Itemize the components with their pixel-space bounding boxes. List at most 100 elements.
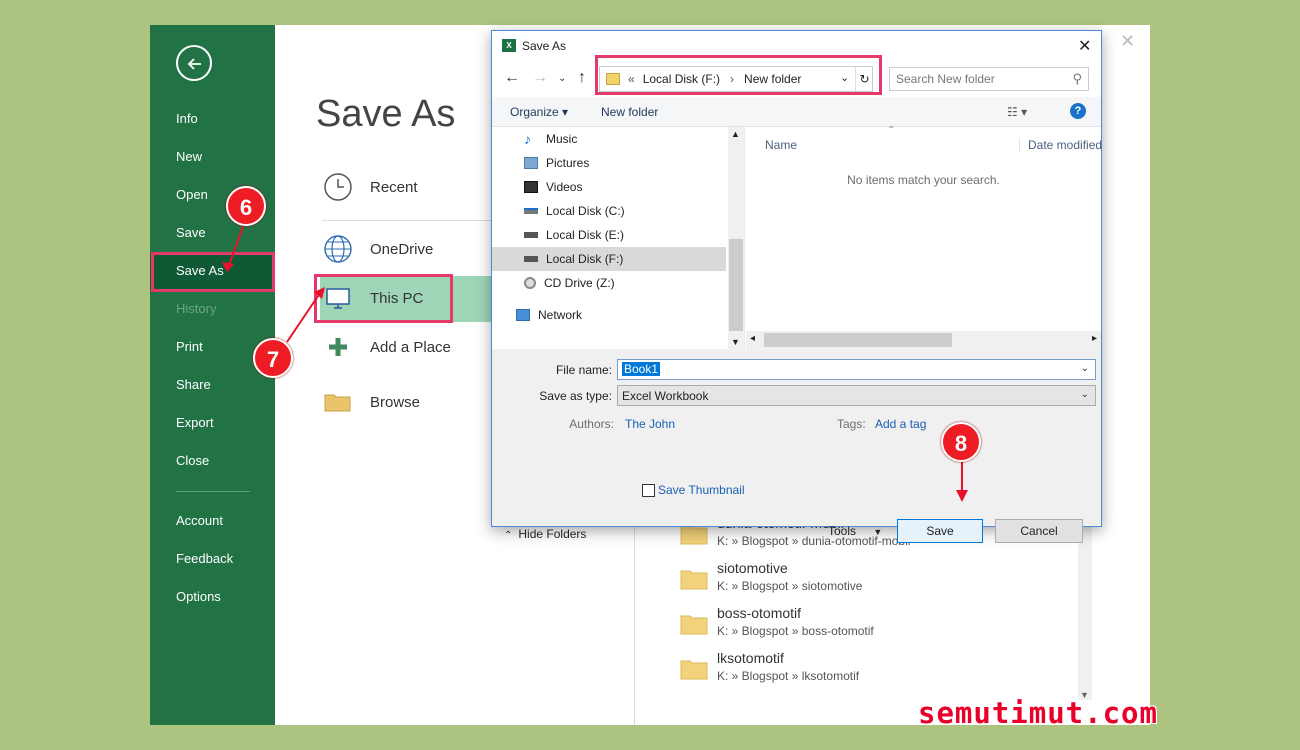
recent-folder-name: boss-otomotif (717, 605, 802, 621)
tags-label: Tags: (837, 417, 866, 431)
sidebar-item-history: History (176, 301, 217, 316)
save-type-value: Excel Workbook (622, 389, 709, 403)
column-header-date-modified[interactable]: Date modified (1019, 138, 1102, 152)
tree-item-network[interactable]: Network (516, 303, 582, 327)
forward-arrow-icon[interactable]: → (532, 69, 548, 87)
file-name-label: File name: (555, 363, 612, 377)
tree-item-local-disk-c[interactable]: Local Disk (C:) (524, 199, 625, 223)
chevron-down-icon[interactable]: ⌄ (1081, 389, 1089, 400)
help-icon[interactable]: ? (1070, 103, 1086, 119)
tree-item-label: Videos (546, 180, 583, 194)
dialog-toolbar: Organize ▾ New folder ☷ ▾ ? (492, 97, 1101, 127)
location-recent[interactable]: Recent (322, 167, 418, 207)
location-browse[interactable]: Browse (322, 382, 420, 422)
sidebar-item-feedback[interactable]: Feedback (176, 549, 233, 569)
tree-item-label: Local Disk (C:) (546, 204, 625, 218)
disk-icon (524, 256, 538, 262)
folder-icon (680, 568, 708, 590)
cancel-button[interactable]: Cancel (995, 519, 1083, 543)
recent-folder-name: siotomotive (717, 560, 788, 576)
sidebar-item-new[interactable]: New (176, 147, 202, 167)
sidebar-item-save[interactable]: Save (176, 223, 206, 243)
recent-folders-scrollbar[interactable]: ▼ (1078, 525, 1092, 700)
highlight-save-as (151, 252, 275, 292)
save-type-select[interactable]: Excel Workbook ⌄ (617, 385, 1096, 406)
network-icon (516, 309, 530, 321)
cd-icon (524, 277, 536, 289)
up-arrow-icon[interactable]: ↑ (578, 69, 586, 87)
sidebar-item-options[interactable]: Options (176, 587, 221, 607)
recent-folder-name: lksotomotif (717, 650, 784, 666)
scroll-down-icon[interactable]: ▼ (731, 337, 740, 347)
location-add-place[interactable]: Add a Place (322, 327, 451, 367)
tree-item-label: Pictures (546, 156, 590, 170)
search-icon: ⚲ (1072, 71, 1082, 86)
scroll-up-icon[interactable]: ▲ (731, 129, 740, 139)
hide-folders-button[interactable]: ⌃ Hide Folders (504, 527, 586, 541)
music-icon: ♪ (524, 131, 531, 147)
dialog-close-icon[interactable]: ✕ (1078, 36, 1091, 56)
sidebar-item-info[interactable]: Info (176, 109, 198, 129)
file-list-hscrollbar[interactable]: ◂ ▸ (746, 331, 1101, 349)
save-button[interactable]: Save (897, 519, 983, 543)
sidebar-item-open[interactable]: Open (176, 185, 208, 205)
tree-item-cd-drive-z[interactable]: CD Drive (Z:) (524, 271, 615, 295)
tools-button[interactable]: Tools ▼ (828, 524, 882, 538)
recent-locations-chevron-icon[interactable]: ⌄ (558, 73, 566, 84)
search-placeholder: Search New folder (896, 72, 995, 86)
location-label: Add a Place (370, 338, 451, 356)
step-badge-7: 7 (253, 338, 293, 378)
column-header-name[interactable]: Name (765, 138, 797, 152)
globe-icon (322, 233, 354, 265)
search-input[interactable]: Search New folder ⚲ (889, 67, 1089, 91)
disk-icon (524, 208, 538, 214)
file-name-value: Book1 (622, 362, 661, 376)
save-thumbnail-label[interactable]: Save Thumbnail (658, 483, 745, 497)
tree-item-label: Network (538, 308, 583, 322)
back-button[interactable] (176, 45, 212, 81)
sidebar-item-share[interactable]: Share (176, 375, 211, 395)
page-title: Save As (316, 93, 456, 135)
tags-value[interactable]: Add a tag (875, 417, 926, 431)
tree-item-music[interactable]: ♪ Music (524, 127, 577, 151)
window-close-icon[interactable]: ✕ (1120, 31, 1135, 52)
empty-message: No items match your search. (847, 173, 1000, 187)
save-type-label: Save as type: (539, 389, 612, 403)
sidebar-item-account[interactable]: Account (176, 511, 223, 531)
scrollbar-thumb[interactable] (764, 333, 952, 347)
organize-button[interactable]: Organize ▾ (510, 105, 568, 119)
chevron-up-icon: ⌃ (504, 530, 513, 541)
tree-item-pictures[interactable]: Pictures (524, 151, 589, 175)
scroll-left-icon[interactable]: ◂ (750, 333, 755, 344)
location-label: OneDrive (370, 240, 434, 258)
location-label: Browse (370, 393, 421, 411)
tree-item-local-disk-f[interactable]: Local Disk (F:) (492, 247, 726, 271)
folder-tree-scrollbar[interactable]: ▲ ▼ (728, 127, 744, 349)
recent-folder-path: K: » Blogspot » boss-otomotif (717, 624, 874, 638)
sidebar-item-export[interactable]: Export (176, 413, 214, 433)
tree-item-label: Music (546, 132, 578, 146)
authors-label: Authors: (569, 417, 614, 431)
back-arrow-icon (187, 58, 201, 70)
chevron-down-icon: ▼ (873, 527, 883, 537)
tree-item-label: Local Disk (E:) (546, 228, 625, 242)
new-folder-button[interactable]: New folder (601, 105, 658, 119)
recent-folder-path: K: » Blogspot » siotomotive (717, 579, 863, 593)
tree-item-local-disk-e[interactable]: Local Disk (E:) (524, 223, 624, 247)
location-onedrive[interactable]: OneDrive (322, 229, 433, 269)
scroll-right-icon[interactable]: ▸ (1092, 333, 1097, 344)
chevron-down-icon[interactable]: ⌄ (1081, 363, 1089, 374)
location-label: Recent (370, 178, 418, 196)
sidebar-item-print[interactable]: Print (176, 337, 203, 357)
save-as-dialog: X Save As ✕ ← → ⌄ ↑ « Local Disk (F:) › … (491, 30, 1102, 543)
view-options-icon[interactable]: ☷ ▾ (1007, 105, 1027, 119)
back-arrow-icon[interactable]: ← (504, 69, 520, 87)
save-thumbnail-checkbox[interactable] (642, 484, 655, 497)
tree-item-videos[interactable]: Videos (524, 175, 582, 199)
authors-value[interactable]: The John (625, 417, 675, 431)
folder-icon (680, 658, 708, 680)
sidebar-divider (176, 491, 250, 492)
scrollbar-thumb[interactable] (729, 239, 743, 331)
file-name-input[interactable]: Book1 ⌄ (617, 359, 1096, 380)
sidebar-item-close[interactable]: Close (176, 451, 209, 471)
